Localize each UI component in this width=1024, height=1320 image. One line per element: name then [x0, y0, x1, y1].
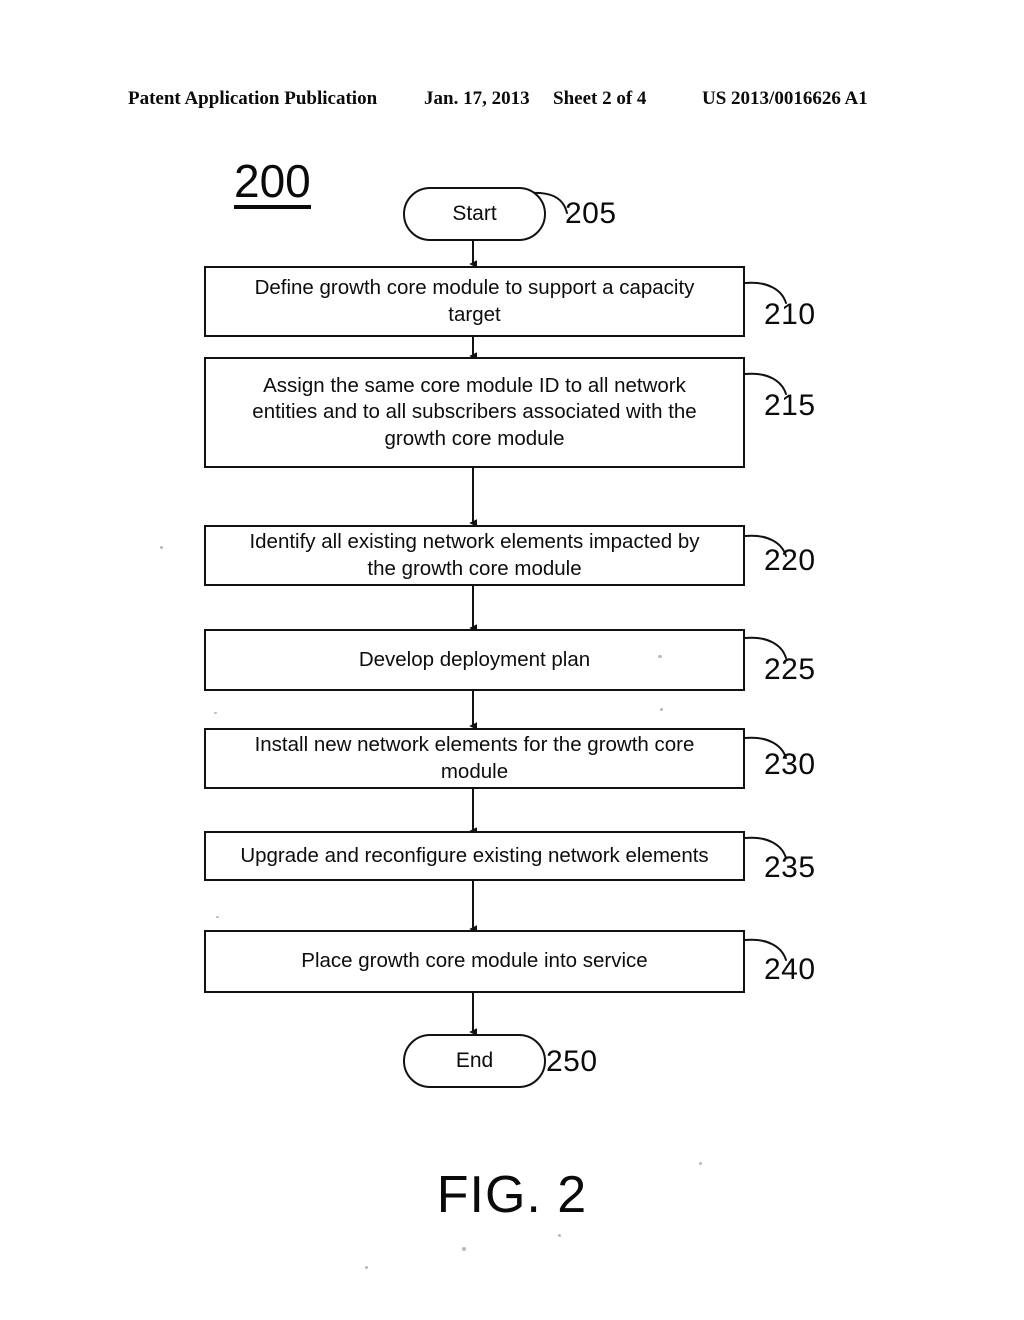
process-box-240-text: Place growth core module into service: [301, 948, 647, 974]
reference-numeral-235: 235: [764, 851, 816, 884]
process-box-220-text: Identify all existing network elements i…: [249, 529, 699, 581]
reference-numeral-215: 215: [764, 389, 816, 422]
process-box-225-line-1: Develop deployment plan: [358, 647, 591, 671]
process-box-215-line-3: growth core module: [384, 426, 565, 450]
scan-speck: [216, 916, 219, 918]
process-box-240-line-1: Place growth core module into service: [301, 949, 648, 973]
reference-numeral-225: 225: [764, 653, 816, 686]
figure-caption: FIG. 2: [436, 1166, 588, 1224]
process-box-235-text: Upgrade and reconfigure existing network…: [240, 843, 708, 869]
process-box-220-line-1: Identify all existing network elements i…: [249, 530, 700, 554]
scan-speck: [699, 1162, 702, 1165]
process-box-235: Upgrade and reconfigure existing network…: [204, 831, 745, 881]
end-terminal-label: End: [455, 1049, 494, 1072]
reference-numeral-210: 210: [764, 298, 816, 331]
page-header: Patent Application Publication Jan. 17, …: [0, 88, 1024, 114]
reference-numeral-240: 240: [764, 953, 816, 986]
reference-numeral-220: 220: [764, 544, 816, 577]
start-terminal: Start: [403, 187, 546, 241]
process-box-230-line-2: module: [440, 759, 509, 783]
scan-speck: [365, 1266, 368, 1269]
reference-numeral-205: 205: [565, 197, 617, 230]
scan-speck: [160, 546, 163, 549]
reference-numeral-230: 230: [764, 748, 816, 781]
process-box-210-line-2: target: [448, 302, 501, 326]
end-terminal: End: [403, 1034, 546, 1088]
process-box-225-text: Develop deployment plan: [359, 647, 590, 673]
header-publication-label: Patent Application Publication: [128, 88, 378, 109]
process-box-210-text: Define growth core module to support a c…: [255, 275, 695, 327]
process-box-225: Develop deployment plan: [204, 629, 745, 691]
process-box-240: Place growth core module into service: [204, 930, 745, 993]
process-box-215-line-2: entities and to all subscribers associat…: [252, 400, 697, 424]
process-box-230-line-1: Install new network elements for the gro…: [254, 733, 695, 757]
scan-speck: [660, 708, 663, 711]
process-box-230-text: Install new network elements for the gro…: [255, 732, 695, 784]
scan-speck: [214, 712, 217, 714]
process-box-230: Install new network elements for the gro…: [204, 728, 745, 789]
scan-speck: [558, 1234, 561, 1237]
process-box-210: Define growth core module to support a c…: [204, 266, 745, 337]
process-box-235-line-1: Upgrade and reconfigure existing network…: [240, 843, 709, 867]
scan-speck: [658, 655, 662, 658]
process-box-215-text: Assign the same core module ID to all ne…: [252, 373, 696, 452]
header-patent-number: US 2013/0016626 A1: [702, 88, 868, 109]
process-box-215-line-1: Assign the same core module ID to all ne…: [263, 374, 686, 398]
process-box-220: Identify all existing network elements i…: [204, 525, 745, 586]
scan-speck: [462, 1247, 466, 1251]
header-date-label: Jan. 17, 2013: [424, 88, 530, 109]
process-box-215: Assign the same core module ID to all ne…: [204, 357, 745, 468]
process-box-220-line-2: the growth core module: [367, 556, 582, 580]
patent-figure-page: Patent Application Publication Jan. 17, …: [0, 0, 1024, 1320]
process-box-210-line-1: Define growth core module to support a c…: [254, 276, 695, 300]
header-sheet-label: Sheet 2 of 4: [553, 88, 647, 109]
reference-numeral-250: 250: [546, 1045, 598, 1078]
start-terminal-label: Start: [452, 202, 497, 225]
figure-reference-200: 200: [234, 155, 311, 209]
